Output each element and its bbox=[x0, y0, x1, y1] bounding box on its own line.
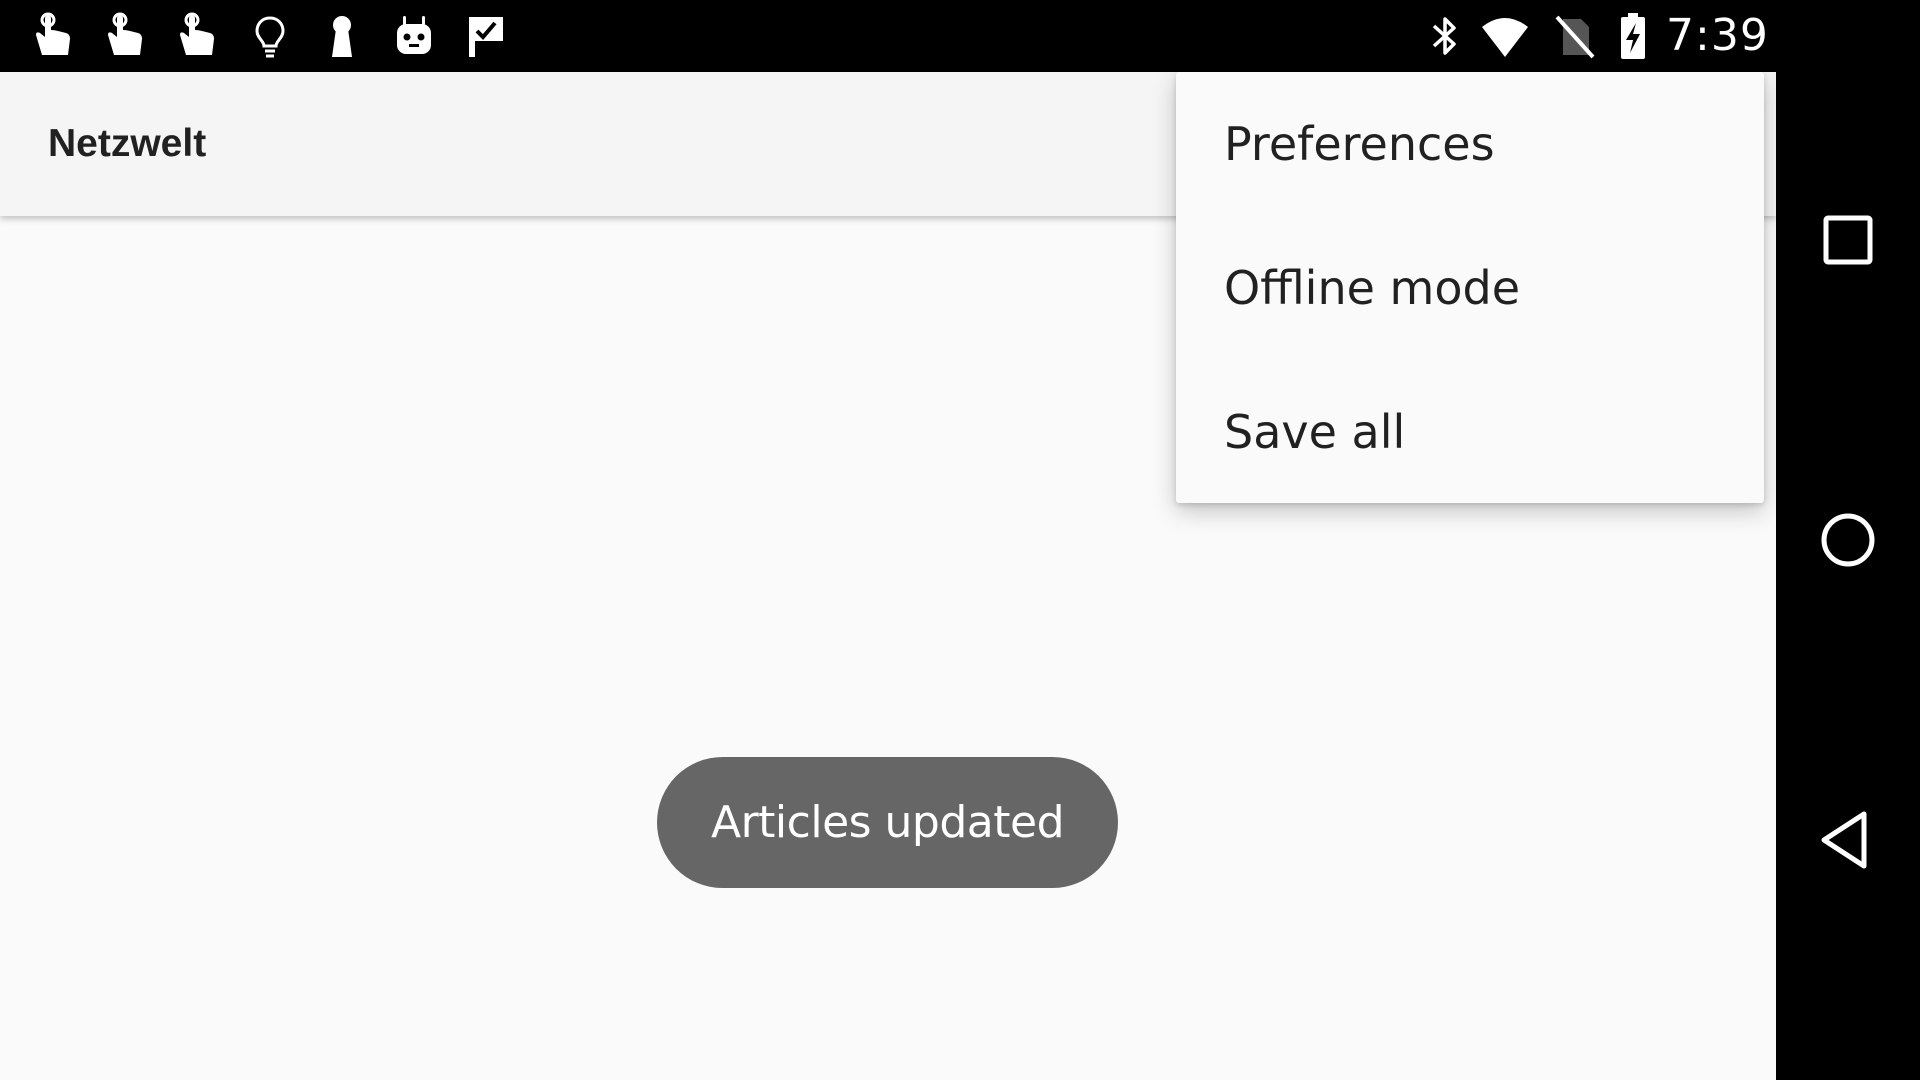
touch-hand-icon bbox=[28, 11, 78, 61]
menu-item-label: Offline mode bbox=[1224, 261, 1520, 315]
home-circle-icon[interactable] bbox=[1812, 504, 1884, 576]
wifi-icon bbox=[1480, 11, 1530, 61]
menu-item-save-all[interactable]: Save all bbox=[1176, 360, 1764, 504]
bluetooth-icon bbox=[1420, 11, 1470, 61]
back-triangle-icon[interactable] bbox=[1812, 804, 1884, 876]
app-title: Netzwelt bbox=[48, 122, 207, 165]
app-window: Netzwelt Preferences Offline mode Save a… bbox=[0, 72, 1776, 1080]
touch-hand-icon bbox=[100, 11, 150, 61]
lightbulb-icon bbox=[245, 11, 295, 61]
toast-message: Articles updated bbox=[657, 757, 1118, 888]
status-clock: 7:39 bbox=[1666, 10, 1769, 61]
menu-item-label: Save all bbox=[1224, 405, 1406, 459]
touch-hand-icon bbox=[172, 11, 222, 61]
menu-item-preferences[interactable]: Preferences bbox=[1176, 72, 1764, 216]
battery-charging-icon bbox=[1608, 11, 1658, 61]
android-robot-icon bbox=[389, 11, 439, 61]
navigation-bar bbox=[1776, 0, 1920, 1080]
no-sim-icon bbox=[1549, 11, 1599, 61]
status-bar: 7:39 bbox=[0, 0, 1920, 72]
menu-item-offline-mode[interactable]: Offline mode bbox=[1176, 216, 1764, 360]
device-screen: 7:39 Netzwelt Preferences Offline mode S… bbox=[0, 0, 1920, 1080]
checkmark-flag-icon bbox=[461, 11, 511, 61]
recents-square-icon[interactable] bbox=[1812, 204, 1884, 276]
overflow-menu: Preferences Offline mode Save all bbox=[1176, 72, 1764, 503]
keyhole-icon bbox=[317, 11, 367, 61]
menu-item-label: Preferences bbox=[1224, 117, 1495, 171]
